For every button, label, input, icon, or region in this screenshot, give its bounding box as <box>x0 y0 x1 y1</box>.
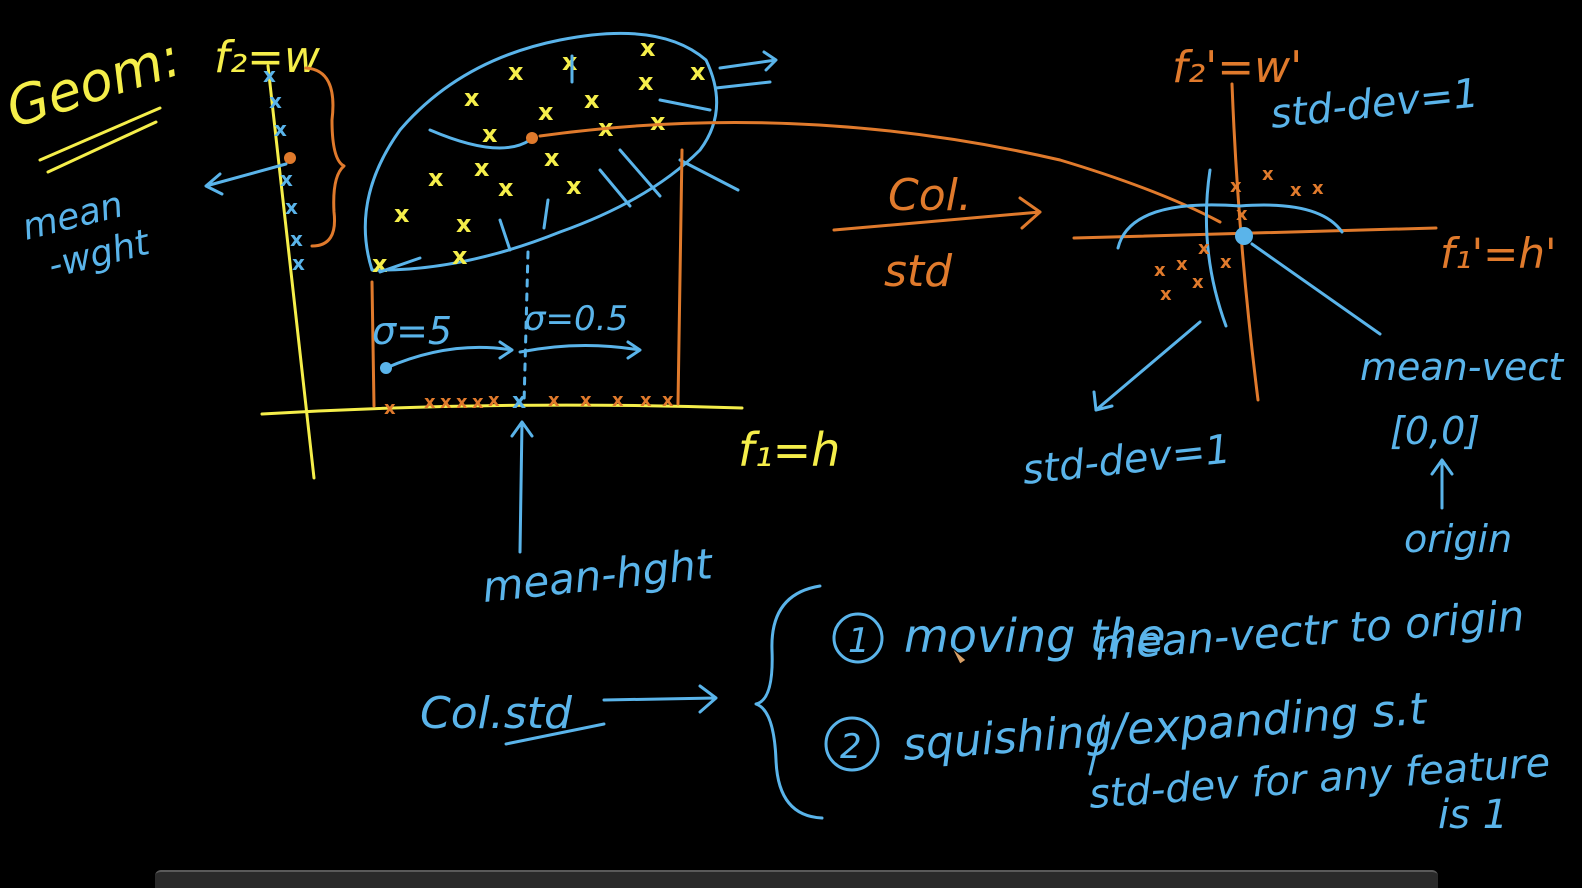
std-label: std <box>884 246 953 297</box>
whiteboard-canvas: Geom: f₂=w f₁=h x x x x x x x mean -wght… <box>0 25 1565 838</box>
svg-text:x: x <box>690 58 706 86</box>
step2-number: 2 <box>840 727 862 767</box>
svg-text:x: x <box>566 172 582 200</box>
f2-range-bracket <box>304 66 346 248</box>
svg-text:x: x <box>263 63 276 87</box>
svg-text:x: x <box>562 48 578 76</box>
std-dev-bottom-label: std-dev=1 <box>1020 426 1233 494</box>
svg-text:x: x <box>482 120 498 148</box>
svg-text:x: x <box>440 392 452 413</box>
svg-text:x: x <box>1220 252 1232 273</box>
svg-text:x: x <box>662 390 674 411</box>
svg-text:x: x <box>580 390 592 411</box>
cloud-centering-arrows <box>378 50 778 274</box>
svg-text:x: x <box>1198 238 1210 259</box>
sigma-right-label: σ=0.5 <box>524 299 628 339</box>
zero-vector-label: [0,0] <box>1390 409 1480 453</box>
svg-text:x: x <box>548 390 560 411</box>
cloud-to-right-curve <box>538 121 1222 224</box>
mean-vect-label: mean-vect <box>1360 345 1565 389</box>
svg-text:x: x <box>498 174 514 202</box>
f2-mean-dot <box>284 152 296 164</box>
svg-text:x: x <box>538 98 554 126</box>
cloud-proj-right <box>676 148 684 406</box>
title-underline-2 <box>46 120 158 174</box>
std-dev-bracket-horizontal <box>1116 203 1344 250</box>
svg-text:x: x <box>488 390 500 411</box>
svg-text:x: x <box>292 251 305 275</box>
svg-text:x: x <box>285 195 298 219</box>
video-scrub-bar[interactable] <box>155 870 1438 888</box>
svg-text:x: x <box>1262 164 1274 185</box>
svg-text:x: x <box>274 117 287 141</box>
svg-text:x: x <box>464 84 480 112</box>
svg-text:x: x <box>1236 204 1248 225</box>
svg-text:x: x <box>1290 180 1302 201</box>
col-label: Col. <box>888 170 972 221</box>
svg-text:x: x <box>640 34 656 62</box>
sigma-left-label: σ=5 <box>372 309 452 353</box>
f1-axis-label: f₁=h <box>738 423 840 477</box>
step1-number: 1 <box>848 621 870 661</box>
cloud-mean-dot <box>526 132 538 144</box>
std-dev-bottom-arrow <box>1092 320 1202 412</box>
title-geom: Geom: <box>0 25 188 140</box>
svg-text:x: x <box>612 390 624 411</box>
step2-text-c: is 1 <box>1438 792 1508 838</box>
f2-prime-label: f₂'=w' <box>1172 42 1302 93</box>
svg-text:x: x <box>269 89 282 113</box>
f1-prime-label: f₁'=h' <box>1440 229 1557 278</box>
svg-text:x: x <box>424 392 436 413</box>
svg-text:x: x <box>394 200 410 228</box>
mean-vect-arrow <box>1250 242 1382 336</box>
svg-text:x: x <box>428 164 444 192</box>
svg-text:x: x <box>474 154 490 182</box>
svg-text:x: x <box>640 390 652 411</box>
svg-text:x: x <box>290 227 303 251</box>
svg-text:x: x <box>544 144 560 172</box>
svg-text:x: x <box>472 392 484 413</box>
svg-text:x: x <box>512 389 526 414</box>
mean-wght-arrow <box>204 162 288 196</box>
svg-text:x: x <box>638 68 654 96</box>
svg-text:x: x <box>384 398 396 419</box>
cloud-mean-arrow <box>428 128 532 150</box>
summary-brace <box>754 584 824 820</box>
svg-text:x: x <box>650 108 666 136</box>
mean-hght-arrow <box>510 420 534 554</box>
svg-text:x: x <box>1154 260 1166 281</box>
data-cloud-outline <box>363 31 719 272</box>
svg-text:x: x <box>280 167 293 191</box>
svg-text:x: x <box>508 58 524 86</box>
col-std-label: Col.std <box>420 688 573 739</box>
col-std-arrow <box>602 684 718 714</box>
origin-label: origin <box>1404 517 1512 561</box>
svg-text:x: x <box>1176 254 1188 275</box>
svg-text:x: x <box>452 242 468 270</box>
svg-text:x: x <box>372 250 388 278</box>
svg-text:x: x <box>456 210 472 238</box>
origin-up-arrow <box>1430 458 1454 510</box>
svg-text:x: x <box>1230 176 1242 197</box>
svg-text:x: x <box>1192 272 1204 293</box>
origin-dot <box>1235 227 1253 245</box>
svg-text:x: x <box>1160 284 1172 305</box>
svg-text:x: x <box>456 392 468 413</box>
svg-text:x: x <box>584 86 600 114</box>
sigma-right-arrow <box>518 340 642 360</box>
mean-hght-label: mean-hght <box>480 539 716 612</box>
svg-text:x: x <box>1312 178 1324 199</box>
step1-text-b: mean-vectr to origin <box>1093 591 1526 670</box>
